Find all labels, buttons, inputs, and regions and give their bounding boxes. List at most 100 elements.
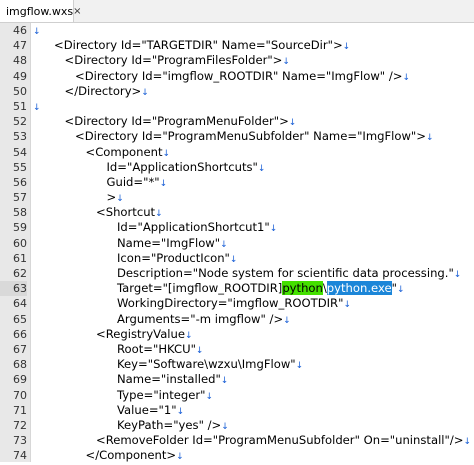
code-line[interactable]: 74 </Component>↓ bbox=[0, 448, 474, 463]
code-line[interactable]: 61 Icon="ProductIcon"↓ bbox=[0, 251, 474, 266]
code-text: </Component>↓ bbox=[86, 448, 184, 465]
code-fragment: </Directory> bbox=[64, 83, 142, 98]
code-line[interactable]: 72 KeyPath="yes" />↓ bbox=[0, 418, 474, 433]
code-line[interactable]: 50 </Directory>↓ bbox=[0, 84, 474, 99]
code-fragment: Target="[imgflow_ROOTDIR] bbox=[117, 281, 283, 296]
code-line[interactable]: 69 Name="installed"↓ bbox=[0, 372, 474, 387]
code-line[interactable]: 51 ↓ bbox=[0, 99, 474, 114]
code-line[interactable]: 46 ↓ bbox=[0, 23, 474, 38]
line-number: 52 bbox=[13, 115, 27, 129]
line-break-icon: ↓ bbox=[463, 437, 472, 448]
code-fragment: <Shortcut bbox=[96, 205, 156, 220]
line-number: 60 bbox=[13, 236, 27, 250]
code-line[interactable]: 68 Key="Software\wzxu\ImgFlow"↓ bbox=[0, 357, 474, 372]
code-line[interactable]: 67 Root="HKCU"↓ bbox=[0, 342, 474, 357]
code-line[interactable]: 53 <Directory Id="ProgramMenuSubfolder" N… bbox=[0, 129, 474, 144]
text-selection: python.exe bbox=[326, 281, 392, 296]
code-line[interactable]: 62 Description="Node system for scientifi… bbox=[0, 266, 474, 281]
code-editor[interactable]: 46 ↓ 47 <Directory Id="TARGETDIR" Name="Sou… bbox=[0, 23, 474, 462]
line-break-icon: ↓ bbox=[295, 361, 304, 372]
line-break-icon: ↓ bbox=[116, 194, 124, 205]
line-break-icon: ↓ bbox=[283, 315, 291, 326]
line-number: 74 bbox=[13, 449, 27, 463]
code-line[interactable]: 64 WorkingDirectory="imgflow_ROOTDIR"↓ bbox=[0, 296, 474, 311]
line-break-icon: ↓ bbox=[33, 27, 41, 37]
line-break-icon: ↓ bbox=[176, 406, 185, 417]
code-line[interactable]: 49 <Directory Id="imgflow_ROOTDIR" Name="… bbox=[0, 69, 474, 84]
code-fragment: <Directory Id="ProgramMenuFolder"> bbox=[64, 114, 289, 129]
code-line[interactable]: 70 Type="integer"↓ bbox=[0, 388, 474, 403]
code-fragment: <Directory Id="ProgramMenuSubfolder" Nam… bbox=[75, 129, 426, 144]
line-number: 55 bbox=[13, 160, 27, 174]
line-break-icon: ↓ bbox=[220, 376, 229, 387]
code-fragment: </Component> bbox=[85, 448, 177, 463]
code-fragment: <Directory Id="TARGETDIR" Name="SourceDi… bbox=[54, 38, 343, 53]
line-number: 71 bbox=[13, 403, 27, 417]
code-line[interactable]: 56 Guid="*"↓ bbox=[0, 175, 474, 190]
code-line[interactable]: 59 Id="ApplicationShortcut1"↓ bbox=[0, 220, 474, 235]
line-number: 67 bbox=[13, 342, 27, 356]
line-break-icon: ↓ bbox=[288, 118, 297, 129]
code-line[interactable]: 55 Id="ApplicationShortcuts"↓ bbox=[0, 160, 474, 175]
line-number: 58 bbox=[13, 206, 27, 220]
line-number: 57 bbox=[13, 191, 27, 205]
code-fragment: <Directory Id="ProgramFilesFolder"> bbox=[64, 53, 283, 68]
line-number: 46 bbox=[13, 24, 27, 37]
line-number: 50 bbox=[13, 84, 27, 98]
code-fragment: Type="integer" bbox=[117, 387, 206, 402]
line-number: 72 bbox=[13, 418, 27, 432]
code-fragment: WorkingDirectory="imgflow_ROOTDIR" bbox=[117, 296, 344, 311]
line-break-icon: ↓ bbox=[343, 300, 351, 311]
code-line[interactable]: 60 Name="ImgFlow"↓ bbox=[0, 236, 474, 251]
code-line[interactable]: 48 <Directory Id="ProgramFilesFolder">↓ bbox=[0, 53, 474, 68]
line-break-icon: ↓ bbox=[282, 57, 290, 68]
code-line[interactable]: 63 Target="[imgflow_ROOTDIR]python\python… bbox=[0, 281, 474, 297]
code-line[interactable]: 52 <Directory Id="ProgramMenuFolder">↓ bbox=[0, 114, 474, 129]
code-line[interactable]: 57 >↓ bbox=[0, 190, 474, 205]
line-break-icon: ↓ bbox=[162, 148, 171, 159]
line-break-icon: ↓ bbox=[229, 254, 238, 265]
line-break-icon: ↓ bbox=[220, 239, 228, 250]
line-number: 64 bbox=[13, 297, 27, 311]
line-number: 69 bbox=[13, 373, 27, 387]
tab-title: imgflow.wxs bbox=[6, 4, 74, 18]
file-tab[interactable]: imgflow.wxs × bbox=[0, 0, 82, 22]
code-line[interactable]: 73 <RemoveFolder Id="ProgramMenuSubfolder… bbox=[0, 433, 474, 448]
line-break-icon: ↓ bbox=[141, 87, 149, 98]
code-line[interactable]: 58 <Shortcut↓ bbox=[0, 205, 474, 220]
code-fragment: Description="Node system for scientific … bbox=[117, 266, 454, 280]
code-fragment: Name="ImgFlow" bbox=[117, 235, 221, 250]
code-line[interactable]: 71 Value="1"↓ bbox=[0, 403, 474, 418]
line-break-icon: ↓ bbox=[176, 452, 184, 463]
line-break-icon: ↓ bbox=[342, 42, 351, 53]
line-number: 47 bbox=[13, 39, 27, 53]
line-number: 63 bbox=[0, 281, 27, 297]
line-number: 70 bbox=[13, 388, 27, 402]
code-line[interactable]: 66 <RegistryValue↓ bbox=[0, 327, 474, 342]
code-fragment: KeyPath="yes" /> bbox=[117, 417, 222, 432]
code-fragment: Root="HKCU" bbox=[117, 341, 196, 356]
line-break-icon: ↓ bbox=[33, 102, 41, 113]
line-number: 59 bbox=[13, 221, 27, 235]
code-fragment: <Component bbox=[85, 144, 163, 159]
line-break-icon: ↓ bbox=[453, 270, 462, 280]
code-fragment: Id="ApplicationShortcuts" bbox=[106, 159, 258, 174]
tab-bar: imgflow.wxs × bbox=[0, 0, 474, 23]
line-number: 61 bbox=[13, 251, 27, 265]
line-break-icon: ↓ bbox=[195, 345, 204, 356]
code-fragment: Id="ApplicationShortcut1" bbox=[117, 220, 270, 235]
code-fragment: Key="Software\wzxu\ImgFlow" bbox=[117, 357, 296, 372]
line-break-icon: ↓ bbox=[425, 133, 434, 144]
line-break-icon: ↓ bbox=[159, 178, 168, 189]
line-number: 49 bbox=[13, 69, 27, 83]
code-line[interactable]: 65 Arguments="-m imgflow" />↓ bbox=[0, 312, 474, 327]
code-line[interactable]: 54 <Component↓ bbox=[0, 145, 474, 160]
line-break-icon: ↓ bbox=[185, 330, 193, 341]
code-fragment: <Directory Id="imgflow_ROOTDIR" Name="Im… bbox=[75, 68, 403, 83]
code-line[interactable]: 47 <Directory Id="TARGETDIR" Name="Source… bbox=[0, 38, 474, 53]
code-fragment: > bbox=[106, 190, 117, 205]
code-fragment: <RemoveFolder Id="ProgramMenuSubfolder" … bbox=[96, 433, 464, 448]
close-icon[interactable]: × bbox=[73, 6, 81, 17]
code-lines: 46 ↓ 47 <Directory Id="TARGETDIR" Name="Sou… bbox=[0, 23, 474, 463]
code-fragment: Name="installed" bbox=[117, 372, 221, 387]
